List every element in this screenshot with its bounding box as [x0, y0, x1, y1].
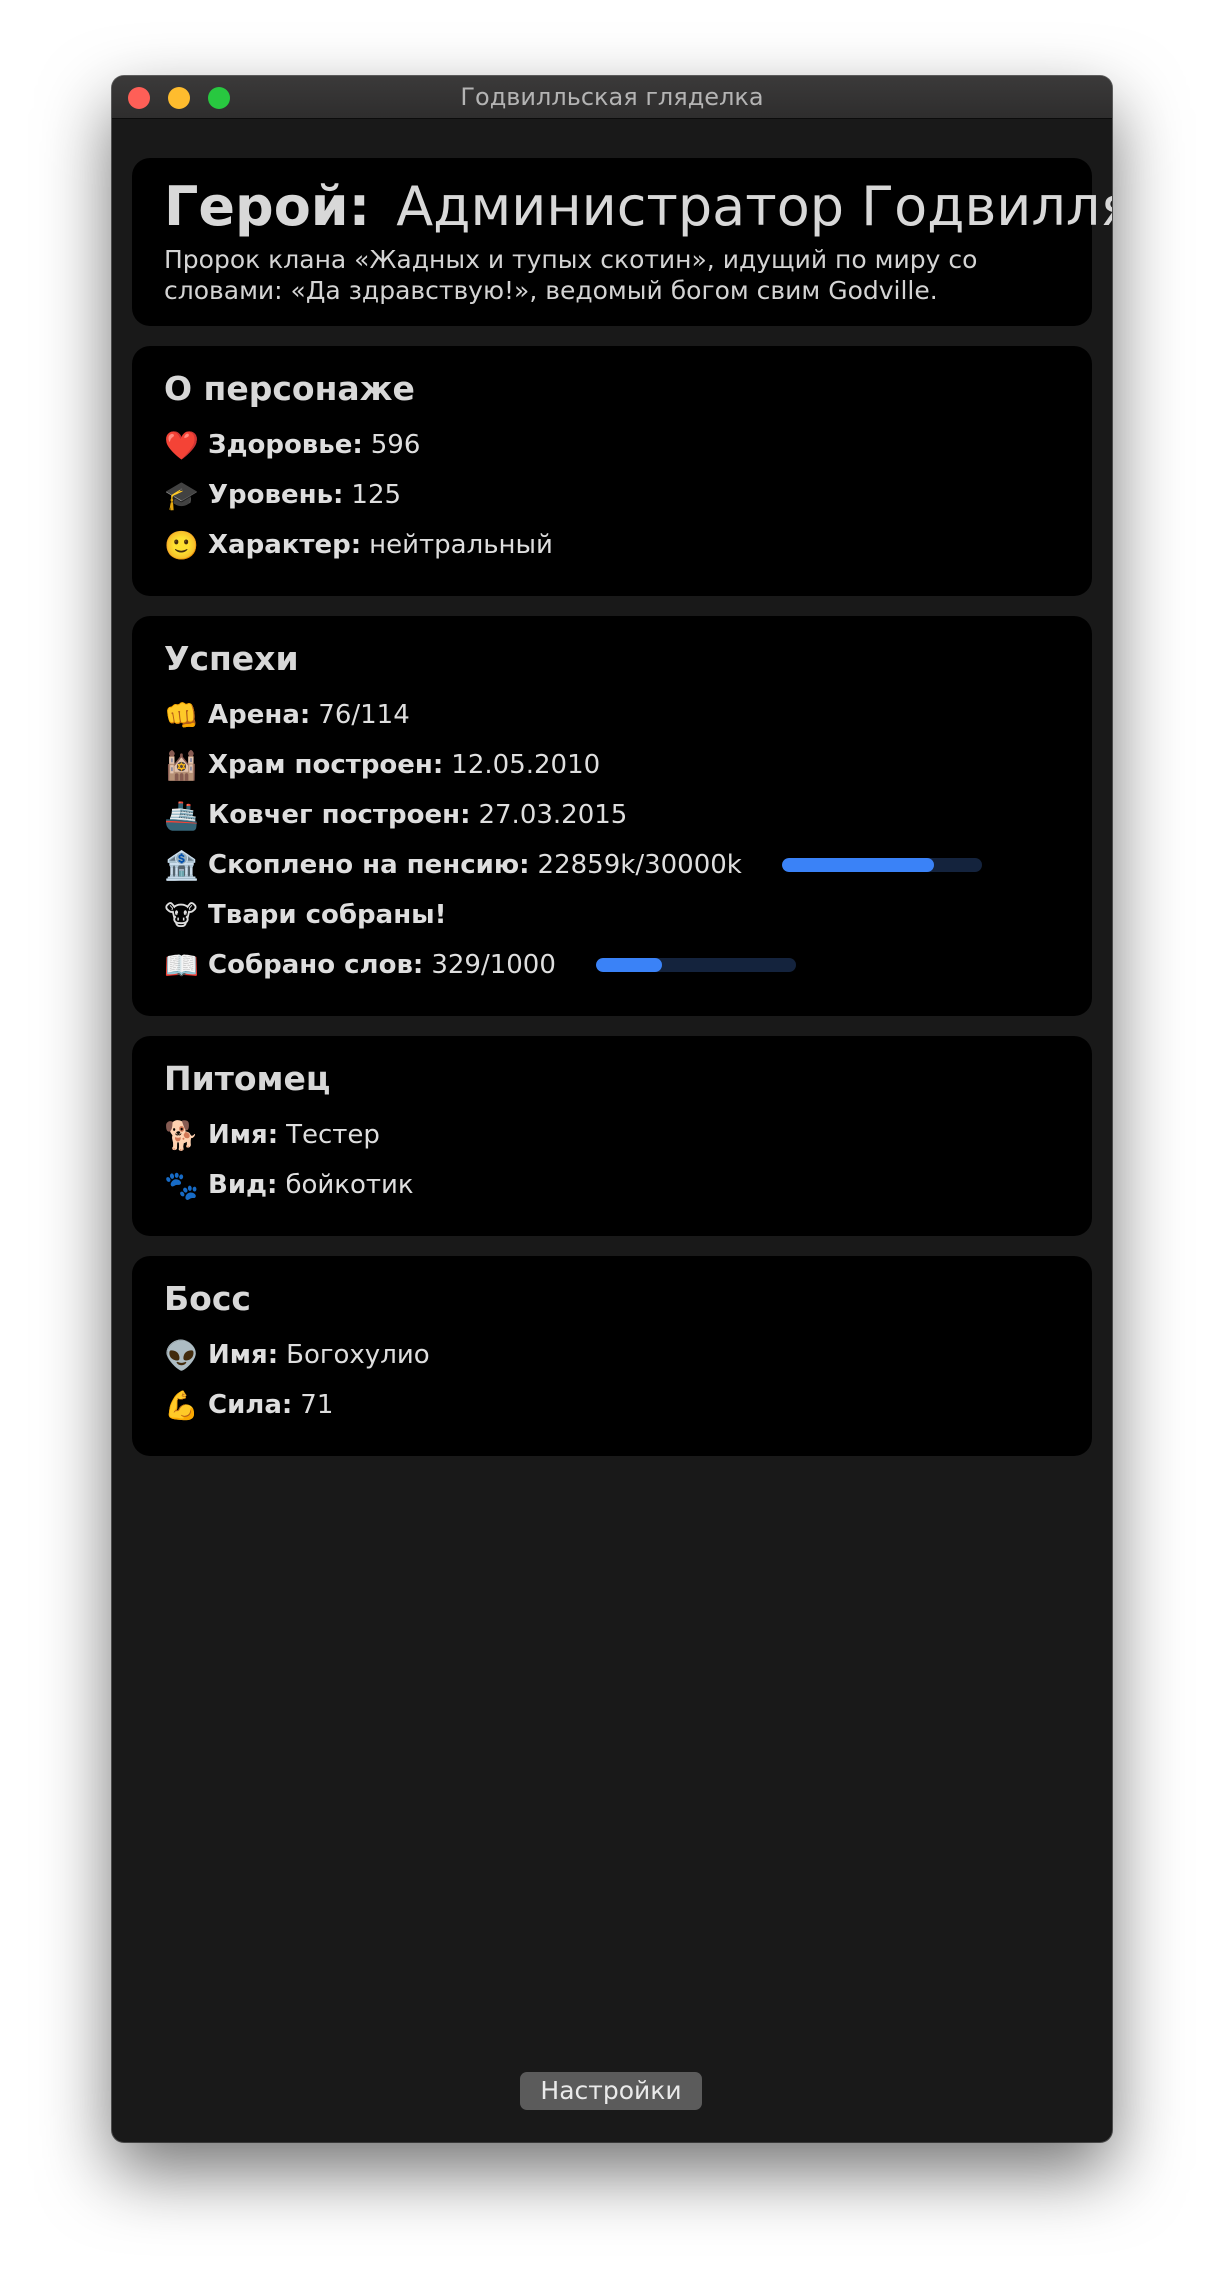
pet-section-title: Питомец [164, 1059, 331, 1098]
row-value: 329/1000 [431, 950, 556, 980]
row-label: Имя: [208, 1120, 279, 1150]
row-label: Характер: [208, 530, 362, 560]
ship-icon: 🚢 [164, 798, 199, 832]
hero-description: Пророк клана «Жадных и тупых скотин», ид… [164, 245, 978, 305]
character-row: ❤️ Здоровье: 596 [164, 420, 1060, 470]
row-label: Скоплено на пенсию: [208, 850, 530, 880]
row-label: Твари собраны! [208, 900, 447, 930]
character-card: О персонаже ❤️ Здоровье: 596 🎓 Уровень: 125 🙂 Х… [132, 346, 1092, 596]
achievements-row: 🚢 Ковчег построен: 27.03.2015 [164, 790, 1060, 840]
character-section-title: О персонаже [164, 369, 415, 408]
row-value: 12.05.2010 [451, 750, 601, 780]
row-value: 596 [370, 430, 421, 460]
row-label: Храм построен: [208, 750, 444, 780]
progress-fill [595, 958, 662, 972]
achievements-row: 👊 Арена: 76/114 [164, 690, 1060, 740]
achievements-rows: 👊 Арена: 76/114 🕍 Храм построен: 12.05.2010 🚢 К… [164, 690, 1060, 990]
hero-name: Администратор Годвилля [396, 175, 1112, 238]
dog-icon: 🐕 [164, 1118, 199, 1152]
hero-card: Герой: Администратор Годвилля Пророк клан… [132, 158, 1112, 326]
row-label: Сила: [208, 1390, 293, 1420]
achievements-card: Успехи 👊 Арена: 76/114 🕍 Храм построен: 12.05… [132, 616, 1092, 1016]
boss-row: 👽 Имя: Богохулио [164, 1330, 1060, 1380]
book-icon: 📖 [164, 948, 199, 982]
row-value: 125 [351, 480, 402, 510]
flexed-biceps-icon: 💪 [164, 1388, 199, 1422]
achievements-section-title: Успехи [164, 639, 299, 678]
achievements-row: 📖 Собрано слов: 329/1000 [164, 940, 1060, 990]
row-value: 22859k/30000k [537, 850, 742, 880]
pet-row: 🐕 Имя: Тестер [164, 1110, 1060, 1160]
window-title: Годвилльская гляделка [460, 83, 764, 111]
character-row: 🎓 Уровень: 125 [164, 470, 1060, 520]
bank-icon: 🏦 [164, 848, 199, 882]
row-value: 71 [300, 1390, 334, 1420]
hero-heading: Герой: Администратор Годвилля [164, 174, 1112, 240]
row-label: Ковчег построен: [208, 800, 471, 830]
pet-rows: 🐕 Имя: Тестер 🐾 Вид: бойкотик [164, 1110, 1060, 1210]
row-value: Тестер [286, 1120, 380, 1150]
row-label: Здоровье: [208, 430, 363, 460]
settings-button[interactable]: Настройки [520, 2072, 702, 2110]
pet-card: Питомец 🐕 Имя: Тестер 🐾 Вид: бойкотик [132, 1036, 1092, 1236]
achievements-row: 🐮 Твари собраны! [164, 890, 1060, 940]
row-value: 27.03.2015 [478, 800, 628, 830]
achievements-row: 🕍 Храм построен: 12.05.2010 [164, 740, 1060, 790]
row-label: Уровень: [208, 480, 344, 510]
graduation-cap-icon: 🎓 [164, 478, 199, 512]
row-value: нейтральный [369, 530, 553, 560]
paw-prints-icon: 🐾 [164, 1168, 199, 1202]
row-value: Богохулио [286, 1340, 430, 1370]
boss-row: 💪 Сила: 71 [164, 1380, 1060, 1430]
app-window: Годвилльская гляделка Герой: Администрато… [112, 76, 1112, 2142]
row-label: Собрано слов: [208, 950, 424, 980]
cow-icon: 🐮 [164, 898, 198, 932]
character-row: 🙂 Характер: нейтральный [164, 520, 1060, 570]
row-value: 76/114 [318, 700, 410, 730]
row-label: Арена: [208, 700, 311, 730]
fist-icon: 👊 [164, 698, 199, 732]
achievements-row: 🏦 Скоплено на пенсию: 22859k/30000k [164, 840, 1060, 890]
row-label: Вид: [208, 1170, 278, 1200]
heart-icon: ❤️ [164, 428, 199, 462]
boss-rows: 👽 Имя: Богохулио 💪 Сила: 71 [164, 1330, 1060, 1430]
progress-bar [781, 858, 982, 872]
boss-section-title: Босс [164, 1279, 251, 1318]
temple-icon: 🕍 [164, 748, 199, 782]
pet-row: 🐾 Вид: бойкотик [164, 1160, 1060, 1210]
row-value: бойкотик [285, 1170, 414, 1200]
progress-fill [781, 858, 935, 872]
character-rows: ❤️ Здоровье: 596 🎓 Уровень: 125 🙂 Характер: нейт… [164, 420, 1060, 570]
row-label: Имя: [208, 1340, 279, 1370]
alien-icon: 👽 [164, 1338, 199, 1372]
main-content: Герой: Администратор Годвилля Пророк клан… [132, 158, 1112, 1476]
smile-icon: 🙂 [164, 528, 199, 562]
title-bar[interactable]: Годвилльская гляделка [112, 76, 1112, 119]
boss-card: Босс 👽 Имя: Богохулио 💪 Сила: 71 [132, 1256, 1092, 1456]
hero-label: Герой: [164, 175, 371, 238]
progress-bar [595, 958, 796, 972]
